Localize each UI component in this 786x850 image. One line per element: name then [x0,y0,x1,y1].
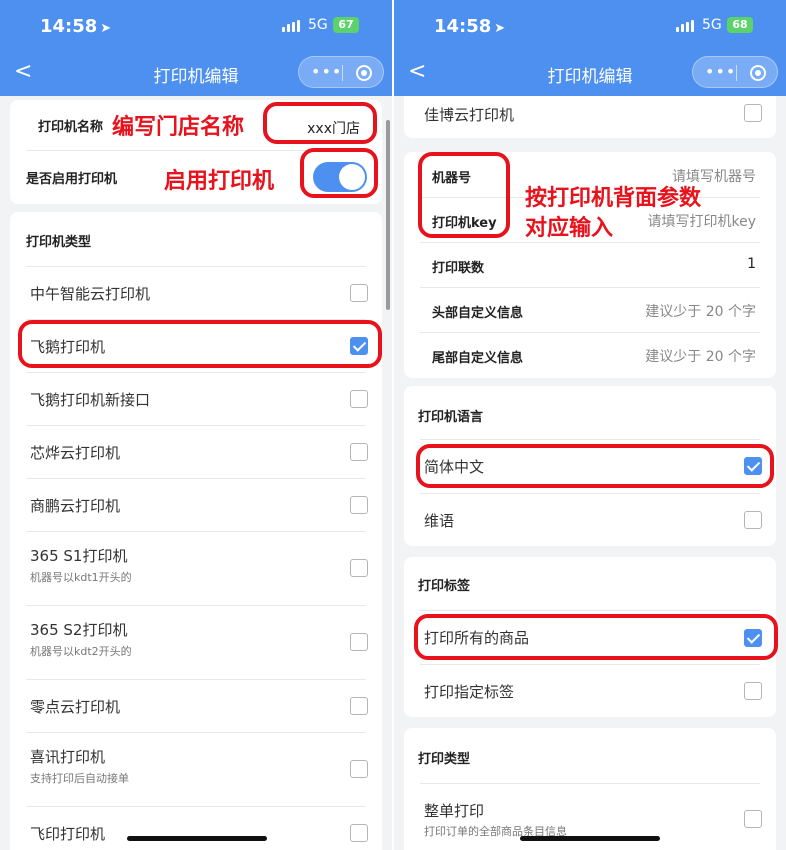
annotation-store-name: 编写门店名称 [112,115,245,140]
printer-option-desc: 支持打印后自动接单 [30,772,129,785]
home-indicator [127,836,267,841]
printer-type-header: 打印机类型 [26,235,92,250]
printer-option-row[interactable]: 零点云打印机 [10,679,382,732]
printer-option-row[interactable]: 365 S1打印机机器号以kdt1开头的 [10,531,382,605]
print-type-card: 打印类型 整单打印 打印订单的全部商品条目信息 [404,728,776,850]
printer-option-checkbox[interactable] [350,760,368,778]
printer-option-label: 商鹏云打印机 [30,497,121,515]
printer-option-checkbox[interactable] [350,824,368,842]
printer-option-desc: 机器号以kdt2开头的 [30,645,132,658]
printer-option-row[interactable]: 芯烨云打印机 [10,425,382,478]
top-bar: 14:58 ➤ 5G 67 < 打印机编辑 ••• [0,0,392,96]
printer-option-row[interactable]: 365 S2打印机机器号以kdt2开头的 [10,605,382,679]
print-type-label: 整单打印 [424,802,485,820]
label-option-checkbox[interactable] [744,682,762,700]
network-type: 5G [702,17,722,33]
status-time: 14:58 ➤ [434,16,505,37]
language-option-checkbox[interactable] [744,511,762,529]
printer-option-label: 365 S1打印机 [30,547,128,565]
label-option-row[interactable]: 打印指定标签 [404,664,776,717]
label-option-label: 打印指定标签 [424,683,515,701]
printer-option-checkbox[interactable] [350,559,368,577]
printer-option-row[interactable]: 商鹏云打印机 [10,478,382,531]
annotation-line-1: 按打印机背面参数 [525,186,702,211]
battery-icon: 68 [727,17,753,33]
printer-option-label: 中午智能云打印机 [30,285,151,303]
close-target-icon[interactable] [356,65,372,81]
printer-option-row[interactable]: 佳博云打印机 [404,96,776,138]
enable-printer-label: 是否启用打印机 [26,172,118,187]
header-info-input[interactable]: 建议少于 20 个字 [645,301,756,321]
printer-name-label: 打印机名称 [38,120,104,135]
printer-option-label: 飞印打印机 [30,825,106,843]
highlight-feie-printer [18,320,382,368]
print-type-checkbox[interactable] [744,810,762,828]
language-option-row[interactable]: 维语 [404,493,776,546]
printer-option-label: 芯烨云打印机 [30,444,121,462]
close-target-icon[interactable] [750,65,766,81]
signal-icon [676,20,694,32]
mini-program-capsule: ••• [298,56,384,88]
status-time: 14:58 ➤ [40,16,111,37]
left-phone-screen: 14:58 ➤ 5G 67 < 打印机编辑 ••• 打印机名称 xxx门店 是否启… [0,0,392,850]
printer-option-row[interactable]: 中午智能云打印机 [10,266,382,319]
printer-option-checkbox[interactable] [350,633,368,651]
highlight-machine-fields [418,152,510,238]
scrollbar[interactable] [386,120,390,310]
footer-info-input[interactable]: 建议少于 20 个字 [645,346,756,366]
printer-language-header: 打印机语言 [418,410,484,425]
annotation-line-2: 对应输入 [525,216,614,241]
network-type: 5G [308,17,328,33]
top-bar: 14:58 ➤ 5G 68 < 打印机编辑 ••• [394,0,786,96]
header-info-row[interactable]: 头部自定义信息 建议少于 20 个字 [404,287,776,332]
highlight-print-all-goods [414,614,778,660]
printer-option-label: 喜讯打印机 [30,748,106,766]
printer-option-checkbox[interactable] [350,443,368,461]
right-phone-screen: 14:58 ➤ 5G 68 < 打印机编辑 ••• 佳博云打印机 机器号 请填写… [394,0,786,850]
highlight-store-name [263,102,377,144]
highlight-simplified-chinese [416,444,774,488]
printer-option-checkbox[interactable] [350,496,368,514]
printer-option-row[interactable]: 飞鹅打印机新接口 [10,372,382,425]
header-info-label: 头部自定义信息 [432,306,524,321]
battery-icon: 67 [333,17,359,33]
print-type-header: 打印类型 [418,752,471,767]
printer-type-card: 打印机类型 中午智能云打印机 飞鹅打印机 飞鹅打印机新接口 芯烨云打印机 商鹏云打印机 3… [10,212,382,850]
footer-info-label: 尾部自定义信息 [432,351,524,366]
printer-option-row[interactable]: 喜讯打印机支持打印后自动接单 [10,732,382,806]
printer-option-desc: 机器号以kdt1开头的 [30,571,132,584]
location-arrow-icon: ➤ [100,21,112,36]
status-time-text: 14:58 [434,16,492,37]
printer-key-input[interactable]: 请填写打印机key [647,211,756,231]
print-label-header: 打印标签 [418,579,471,594]
more-dots-icon[interactable]: ••• [311,63,342,81]
home-indicator [520,836,660,841]
printer-option-label: 365 S2打印机 [30,621,128,639]
signal-icon [282,20,300,32]
capsule-divider [736,65,737,81]
print-copies-input[interactable]: 1 [747,256,756,272]
printer-option-checkbox[interactable] [350,390,368,408]
printer-option-row[interactable]: 飞印打印机 [10,806,382,850]
print-copies-label: 打印联数 [432,261,485,276]
printer-option-checkbox[interactable] [744,104,762,122]
location-arrow-icon: ➤ [494,21,506,36]
status-time-text: 14:58 [40,16,98,37]
printer-option-label: 飞鹅打印机新接口 [30,391,151,409]
print-copies-row[interactable]: 打印联数 1 [404,242,776,287]
highlight-enable-toggle [300,148,378,198]
printer-type-card-tail: 佳博云打印机 [404,96,776,138]
printer-option-checkbox[interactable] [350,697,368,715]
printer-option-label: 佳博云打印机 [424,106,515,124]
printer-option-label: 零点云打印机 [30,698,121,716]
printer-option-checkbox[interactable] [350,284,368,302]
language-option-label: 维语 [424,512,455,530]
annotation-enable-printer: 启用打印机 [164,169,275,194]
left-content: 打印机名称 xxx门店 是否启用打印机 打印机类型 中午智能云打印机 飞鹅打印机飞… [0,96,392,850]
footer-info-row[interactable]: 尾部自定义信息 建议少于 20 个字 [404,332,776,377]
mini-program-capsule: ••• [692,56,778,88]
more-dots-icon[interactable]: ••• [705,63,736,81]
capsule-divider [342,65,343,81]
